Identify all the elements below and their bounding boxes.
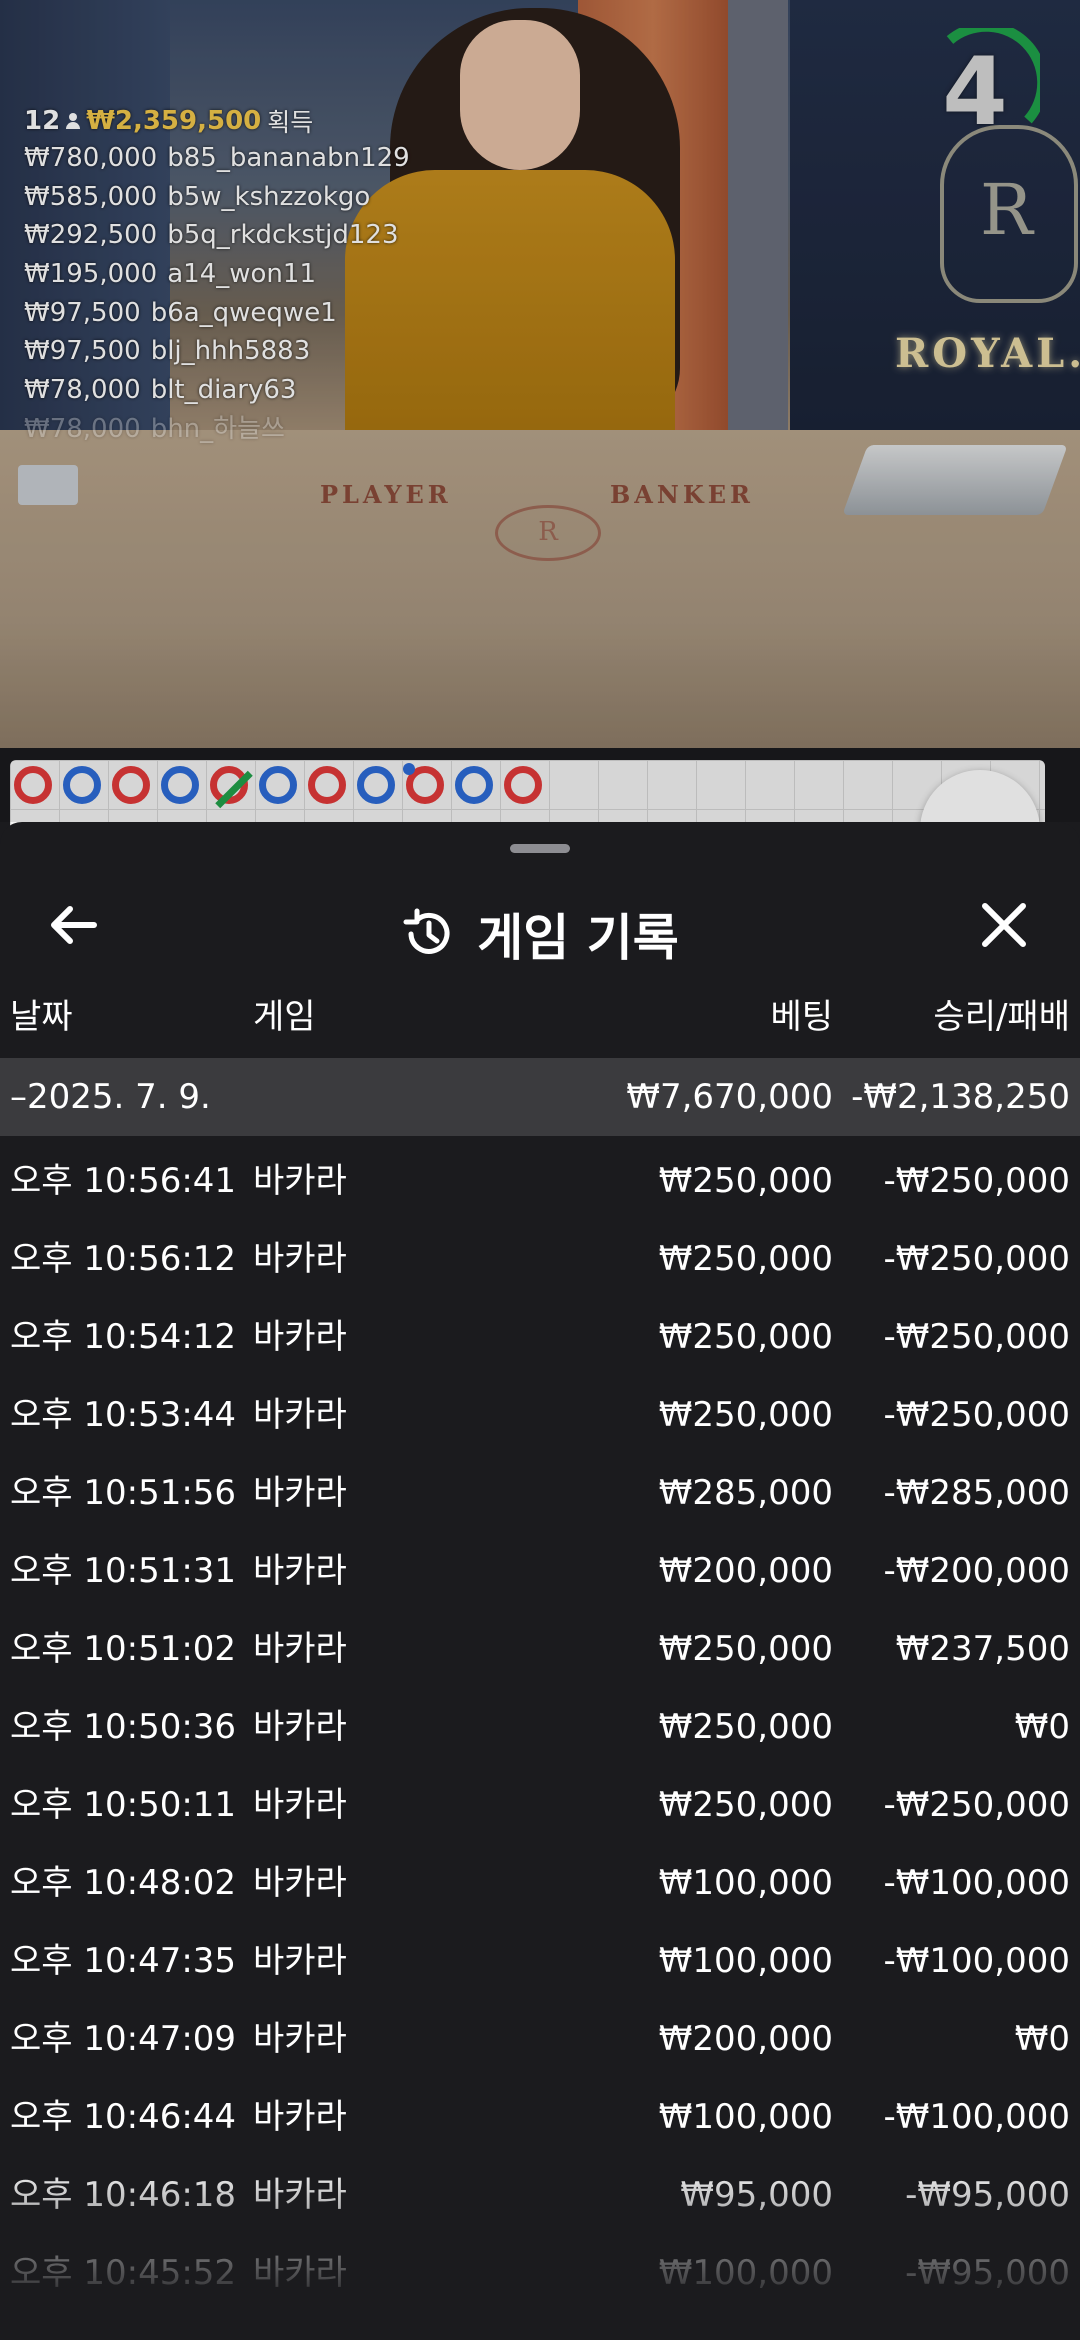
date-group-bet: ₩7,670,000 bbox=[626, 1077, 833, 1117]
table-row[interactable]: 오후 10:46:18 바카라 ₩95,000 -₩95,000 bbox=[0, 2156, 1080, 2234]
column-date: 날짜 bbox=[10, 997, 73, 1037]
table-row[interactable]: 오후 10:50:11 바카라 ₩250,000 -₩250,000 bbox=[0, 1766, 1080, 1844]
history-rows[interactable]: 오후 10:56:41 바카라 ₩250,000 -₩250,000 오후 10:56… bbox=[0, 1142, 1080, 2340]
sheet-header: 게임 기록 bbox=[0, 870, 1080, 980]
column-game: 게임 bbox=[253, 997, 316, 1037]
table-row[interactable]: 오후 10:51:56 바카라 ₩285,000 -₩285,000 bbox=[0, 1454, 1080, 1532]
column-result: 승리/패배 bbox=[933, 997, 1070, 1037]
sheet-title-group: 게임 기록 bbox=[0, 898, 1080, 970]
close-icon bbox=[982, 903, 1026, 947]
date-group-date: –2025. 7. 9. bbox=[10, 1077, 211, 1117]
close-button[interactable] bbox=[976, 900, 1032, 950]
date-group-result: -₩2,138,250 bbox=[851, 1077, 1070, 1117]
table-row[interactable]: 오후 10:45:52 바카라 ₩100,000 -₩95,000 bbox=[0, 2234, 1080, 2312]
table-row[interactable]: 오후 10:46:44 바카라 ₩100,000 -₩100,000 bbox=[0, 2078, 1080, 2156]
table-header: 날짜 게임 베팅 승리/패배 bbox=[0, 982, 1080, 1052]
column-bet: 베팅 bbox=[770, 997, 833, 1037]
table-row[interactable]: 오후 10:48:02 바카라 ₩100,000 -₩100,000 bbox=[0, 1844, 1080, 1922]
modal-dim-overlay[interactable] bbox=[0, 0, 1080, 822]
table-row[interactable]: 오후 10:47:09 바카라 ₩200,000 ₩0 bbox=[0, 2000, 1080, 2078]
drag-handle[interactable] bbox=[510, 844, 570, 853]
table-row[interactable]: 오후 10:53:44 바카라 ₩250,000 -₩250,000 bbox=[0, 1376, 1080, 1454]
table-row[interactable]: 오후 10:50:36 바카라 ₩250,000 ₩0 bbox=[0, 1688, 1080, 1766]
sheet-title: 게임 기록 bbox=[477, 909, 679, 967]
date-group-row[interactable]: –2025. 7. 9. ₩7,670,000 -₩2,138,250 bbox=[0, 1058, 1080, 1136]
history-icon bbox=[403, 908, 450, 954]
game-history-sheet: 게임 기록 날짜 게임 베팅 승리/패배 –2025. 7. 9. ₩7,670… bbox=[0, 822, 1080, 2340]
table-row[interactable]: 오후 10:47:35 바카라 ₩100,000 -₩100,000 bbox=[0, 1922, 1080, 2000]
table-row[interactable]: 오후 10:54:12 바카라 ₩250,000 -₩250,000 bbox=[0, 1298, 1080, 1376]
table-row[interactable]: 오후 10:51:02 바카라 ₩250,000 ₩237,500 bbox=[0, 1610, 1080, 1688]
table-row[interactable]: 오후 10:56:12 바카라 ₩250,000 -₩250,000 bbox=[0, 1220, 1080, 1298]
table-row[interactable]: 오후 10:51:31 바카라 ₩200,000 -₩200,000 bbox=[0, 1532, 1080, 1610]
table-row[interactable]: 오후 10:56:41 바카라 ₩250,000 -₩250,000 bbox=[0, 1142, 1080, 1220]
